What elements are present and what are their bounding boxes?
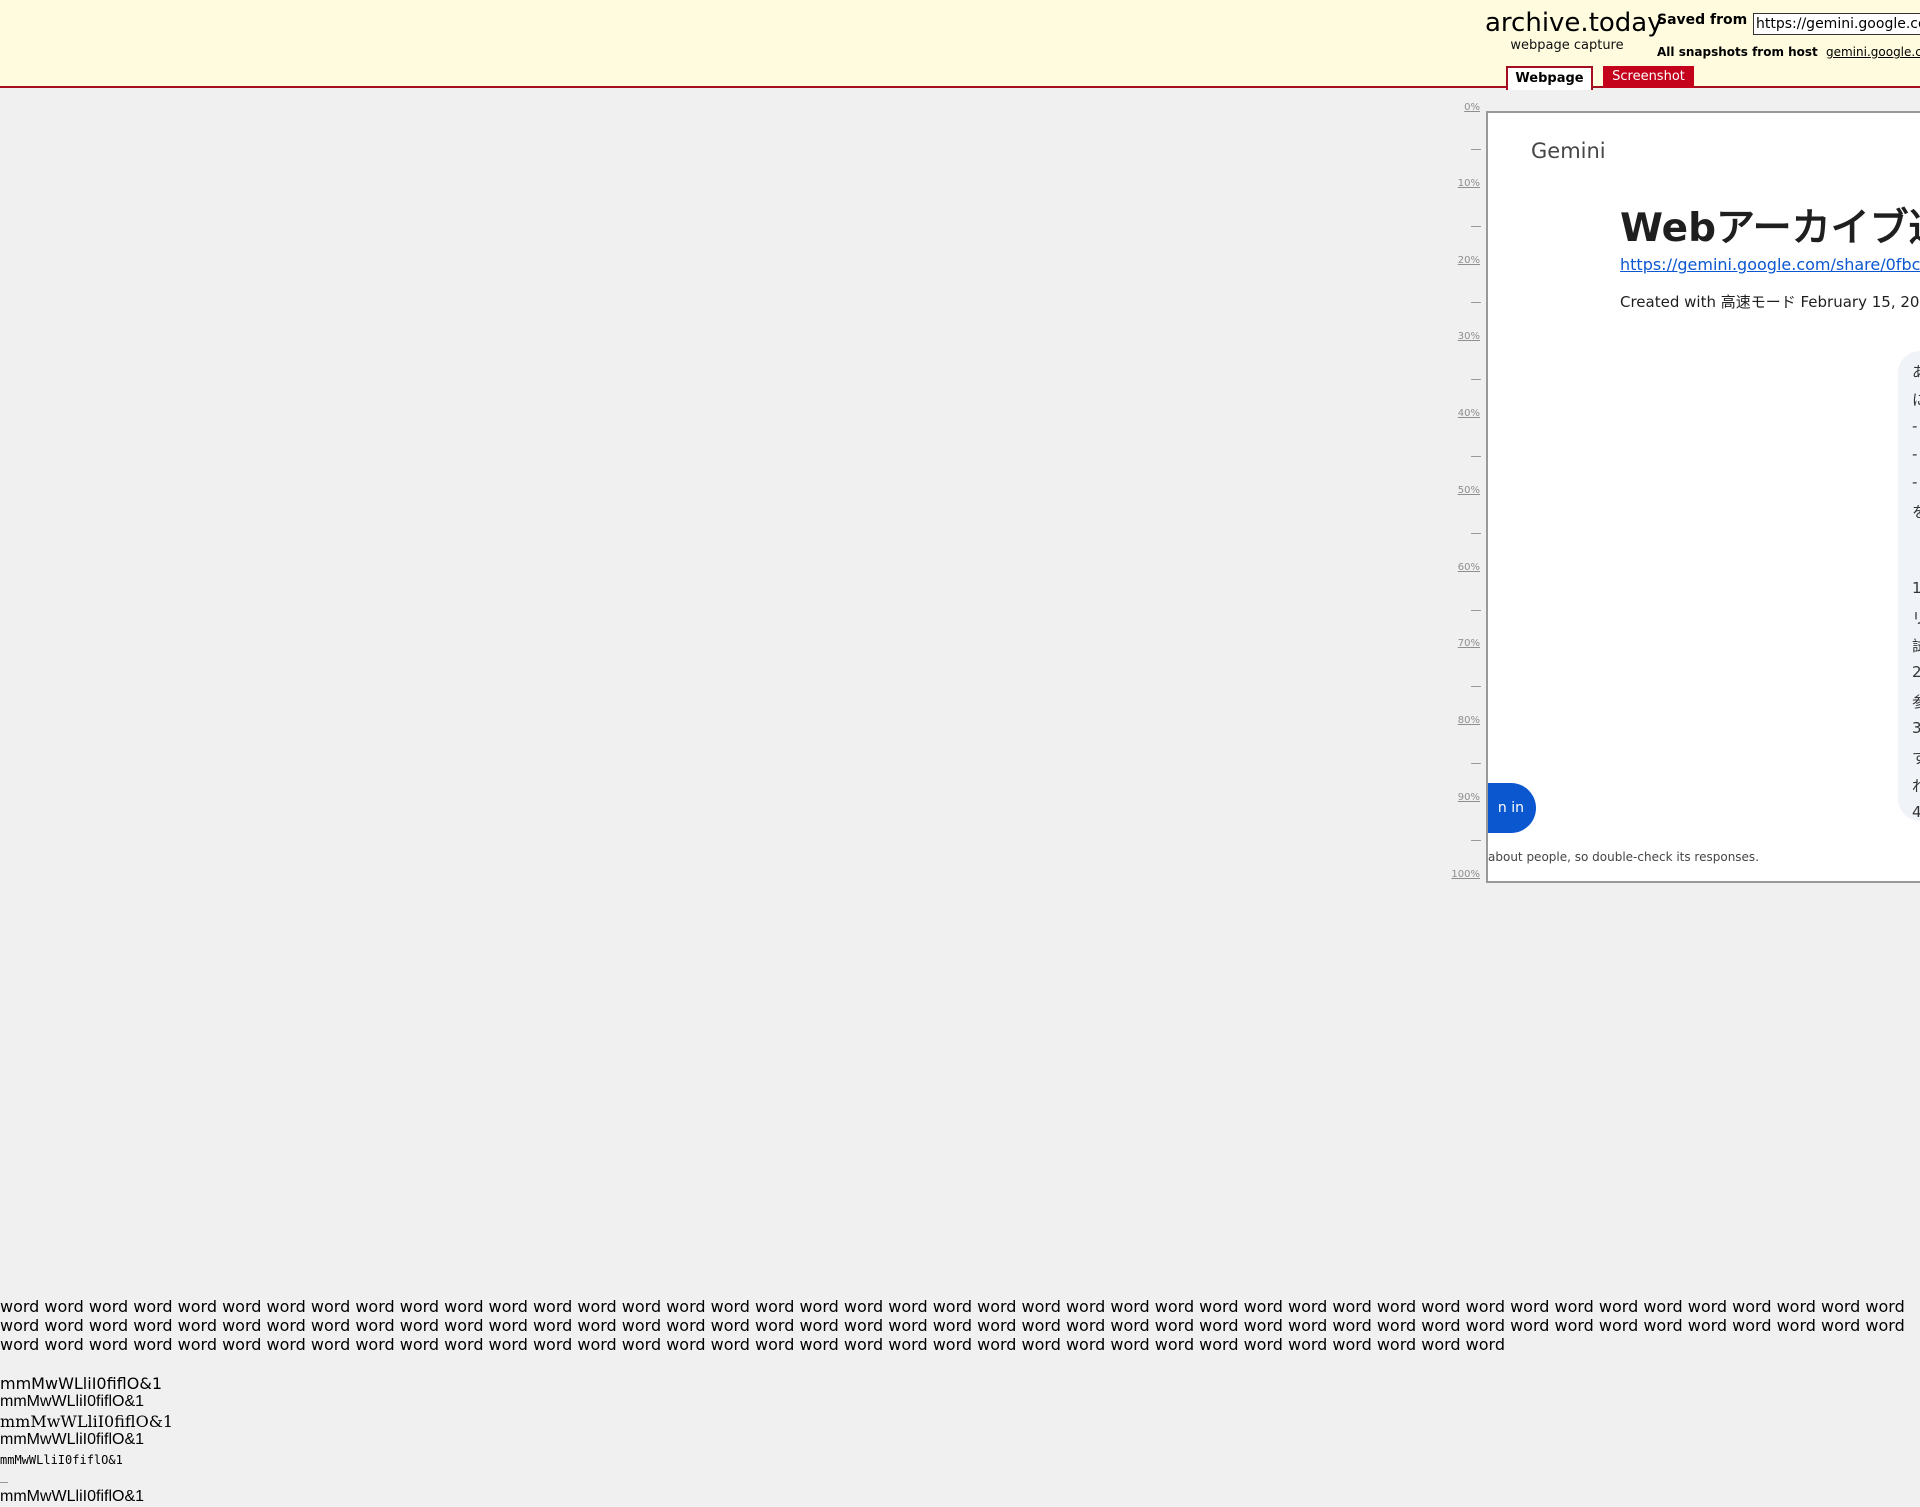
snapshots-row: All snapshots from host gemini.google.co… [1657, 45, 1920, 59]
ruler-tick [1471, 686, 1481, 687]
font-sample-line: mmMwWLliI0fiflO&1 [0, 1453, 123, 1467]
sign-in-button[interactable]: n in [1488, 783, 1536, 833]
ruler-tick [1471, 610, 1481, 611]
word-text-block: word word word word word word word word … [0, 1297, 1905, 1354]
ruler-label[interactable]: 80% [1458, 715, 1480, 726]
ruler-tick [1471, 840, 1481, 841]
font-sample-line: mmMwWLliI0fiflO&1 [0, 1488, 145, 1505]
bubble-text: 4 [1912, 803, 1920, 821]
ruler-tick [1471, 763, 1481, 764]
ruler-tick [1471, 149, 1481, 150]
ruler-label[interactable]: 100% [1451, 869, 1480, 880]
bubble-text: 2 [1912, 663, 1920, 681]
small-dash [0, 1482, 8, 1483]
share-link[interactable]: https://gemini.google.com/share/0fbc13 [1620, 255, 1920, 274]
ruler-label[interactable]: 30% [1458, 331, 1480, 342]
bubble-text: リ [1912, 607, 1920, 628]
logo-title[interactable]: archive.today [1485, 8, 1663, 38]
ruler-label[interactable]: 10% [1458, 178, 1480, 189]
font-sample-line: mmMwWLliI0fiflO&1 [0, 1412, 174, 1431]
font-sample-line: mmMwWLliI0fiflO&1 [0, 1393, 145, 1410]
bubble-text: 1 [1912, 579, 1920, 597]
ruler-label[interactable]: 0% [1464, 102, 1480, 113]
disclaimer-text: about people, so double-check its respon… [1488, 850, 1760, 864]
ruler-label[interactable]: 50% [1458, 485, 1480, 496]
bubble-text: - [1912, 417, 1918, 435]
bubble-text: れ [1912, 775, 1920, 796]
host-link[interactable]: gemini.google.com [1826, 45, 1920, 59]
font-sample-line: mmMwWLliI0fiflO&1 [0, 1374, 162, 1393]
ruler-label[interactable]: 60% [1458, 562, 1480, 573]
ruler-tick [1471, 533, 1481, 534]
user-message-bubble: あ に - - - を 1 リ 試 2 参 3 す れ 4 [1898, 351, 1920, 821]
tab-screenshot[interactable]: Screenshot [1603, 66, 1694, 88]
archived-page-preview[interactable]: Gemini Webアーカイブ運用 https://gemini.google.… [1486, 111, 1920, 883]
ruler-tick [1471, 226, 1481, 227]
ruler-label[interactable]: 70% [1458, 638, 1480, 649]
logo-subtitle: webpage capture [1510, 38, 1624, 53]
created-with-text: Created with 高速モード February 15, 2026, 09 [1620, 293, 1920, 311]
saved-from-label: Saved from [1657, 12, 1748, 28]
gemini-logo: Gemini [1531, 139, 1606, 163]
bubble-text: す [1912, 747, 1920, 768]
bubble-text: に [1912, 389, 1920, 410]
page-heading: Webアーカイブ運用 [1620, 206, 1920, 251]
bubble-text: 3 [1912, 719, 1920, 737]
bubble-text: あ [1912, 361, 1920, 382]
ruler-label[interactable]: 90% [1458, 792, 1480, 803]
archive-header: archive.today webpage capture Saved from… [0, 0, 1920, 90]
bubble-text: - [1912, 445, 1918, 463]
font-sample-line: mmMwWLliI0fiflO&1 [0, 1431, 145, 1448]
ruler-tick [1471, 302, 1481, 303]
bubble-text: を [1912, 501, 1920, 522]
archive-logo[interactable]: archive.today webpage capture [1485, 8, 1663, 54]
ruler-label[interactable]: 20% [1458, 255, 1480, 266]
saved-from-url-input[interactable] [1753, 13, 1920, 35]
ruler-tick [1471, 379, 1481, 380]
from-host-label: from host [1752, 45, 1818, 59]
bubble-text: 参 [1912, 691, 1920, 712]
all-snapshots-label: All snapshots [1657, 45, 1748, 59]
bubble-text: - [1912, 473, 1918, 491]
ruler-label[interactable]: 40% [1458, 408, 1480, 419]
bubble-text: 試 [1912, 635, 1920, 656]
ruler-tick [1471, 456, 1481, 457]
tab-webpage[interactable]: Webpage [1506, 66, 1593, 90]
